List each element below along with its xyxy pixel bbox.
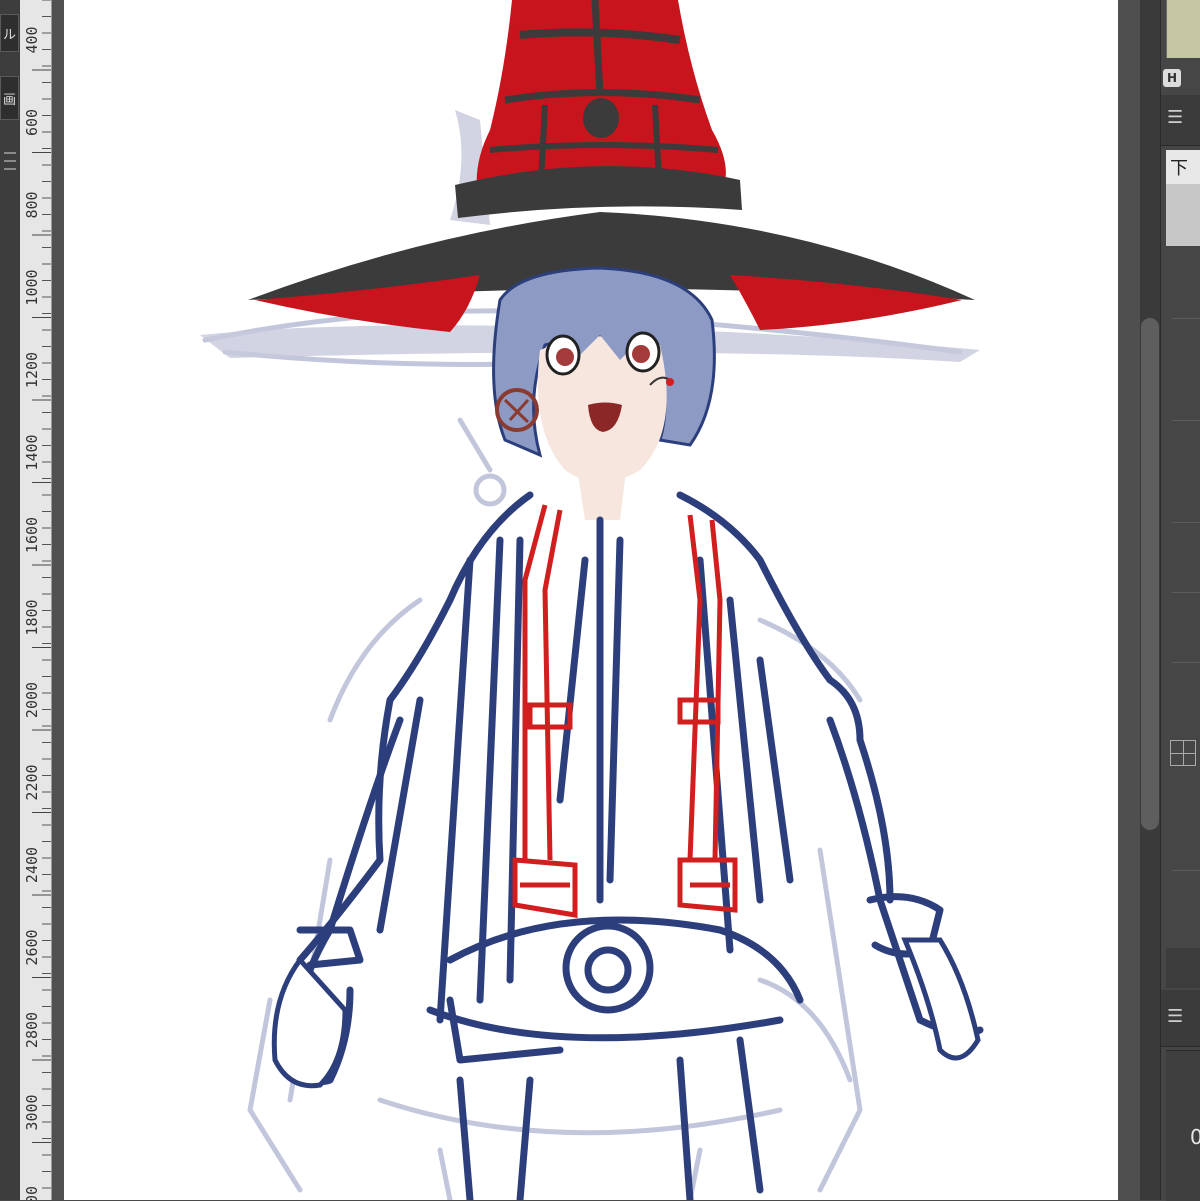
ruler-tick-label: 1200 [23,352,41,388]
h-icon[interactable]: H [1163,69,1181,87]
ruler-tick-label: 400 [23,26,41,53]
grip-icon [4,168,16,170]
toolbar-button-2-label: 画 [2,92,16,108]
ruler-tick-label: 2400 [23,847,41,883]
panel-divider [1172,870,1200,871]
toolbar-button-1-label: ル [2,27,16,43]
left-toolbar: ル 画 [0,0,20,1200]
ruler-tick-label: 2200 [23,764,41,800]
canvas-gutter [52,0,64,1200]
grip-icon [4,160,16,162]
toolbar-button-2[interactable]: 画 [0,76,19,120]
ruler-tick-label: 00 [23,1186,41,1200]
ruler-tick-label: 2600 [23,929,41,965]
panel-divider [1172,318,1200,319]
active-layer-label: 下 [1170,158,1188,179]
ruler-tick-label: 1800 [23,599,41,635]
ruler-tick-label: 1600 [23,517,41,553]
panel-header-1: ☰ [1161,95,1200,146]
scrollbar-thumb[interactable] [1141,318,1159,830]
active-layer-tab[interactable]: 下 [1166,150,1200,184]
ruler-tick-label: 2000 [23,682,41,718]
ruler-tick-label: 1000 [23,269,41,305]
grip-icon [4,152,16,154]
h-icon-letter: H [1166,71,1178,85]
vertical-ruler[interactable]: 400 600 800 1000 1200 1400 1600 1800 2000 2200 240… [20,0,52,1200]
grid-icon[interactable] [1170,740,1196,766]
ruler-tick-label: 600 [23,109,41,136]
character-head [492,266,716,520]
ruler-tick-label: 2800 [23,1012,41,1048]
panel-divider [1172,592,1200,593]
character-artwork [200,0,984,1200]
panel-divider [1172,522,1200,523]
panel-divider [1172,420,1200,421]
menu-icon[interactable]: ☰ [1167,1008,1183,1026]
panel-strip [1166,948,1200,988]
value-readout: 0 [1190,1125,1200,1149]
panel-divider [1172,662,1200,663]
color-swatch[interactable] [1166,0,1200,58]
canvas-edge [1118,0,1140,1200]
ruler-tick-label: 1400 [23,434,41,470]
ruler-tick-label: 800 [23,191,41,218]
drawing-canvas[interactable] [64,0,1118,1200]
ruler-ticks: 400 600 800 1000 1200 1400 1600 1800 2000 2200 240… [23,0,51,1200]
panel-header-2: ☰ [1161,990,1200,1047]
menu-icon[interactable]: ☰ [1167,109,1183,127]
body-sketch [286,491,984,1200]
toolbar-button-1[interactable]: ル [0,14,19,52]
ruler-tick-label: 3000 [23,1094,41,1130]
